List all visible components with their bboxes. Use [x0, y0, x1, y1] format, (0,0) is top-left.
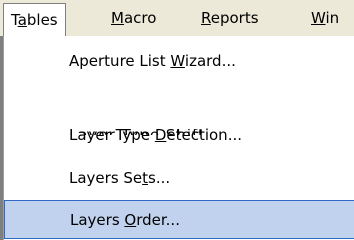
menu-macro-post: acro — [123, 9, 157, 27]
menu-item-label-post: rder... — [136, 211, 180, 229]
menu-tables-pre: T — [11, 11, 18, 29]
tables-dropdown-menu: Aperture List Wizard... Layer Type Shift… — [3, 36, 354, 240]
menu-item-layer-type-detection[interactable]: Layer Type Detection... — [4, 116, 354, 155]
menu-item-label-post: etection... — [166, 126, 242, 144]
menu-item-label-post: izard... — [184, 52, 236, 70]
menu-item-label-pre: Layers Se — [69, 169, 143, 187]
menu-window[interactable]: Win — [304, 4, 346, 32]
menu-tables[interactable]: Tables — [3, 3, 66, 37]
menu-tables-accel: a — [17, 11, 27, 29]
menu-item-layers-sets[interactable]: Layers Sets... — [4, 159, 354, 198]
menu-item-aperture-list-wizard[interactable]: Aperture List Wizard... — [4, 42, 354, 81]
menu-item-label-pre: Layers — [70, 211, 125, 229]
menu-tables-post: bles — [26, 11, 58, 29]
menu-reports-accel: R — [201, 9, 211, 27]
menu-window-post: in — [325, 9, 340, 27]
menu-reports[interactable]: Reports — [194, 4, 266, 32]
menu-item-label-pre: Layer Type — [69, 126, 155, 144]
menu-bar: Tables Macro Reports Win — [0, 0, 354, 37]
menu-item-accel: W — [170, 52, 185, 70]
menu-window-accel: W — [311, 9, 326, 27]
menu-item-layers-order[interactable]: Layers Order... — [4, 200, 354, 239]
menu-item-accel: D — [154, 126, 167, 144]
menu-macro[interactable]: Macro — [104, 4, 163, 32]
menu-macro-accel: M — [111, 9, 124, 27]
menu-item-label-pre: Aperture List — [69, 52, 171, 70]
menu-item-accel: O — [124, 211, 137, 229]
menu-item-label-post: s... — [148, 169, 171, 187]
menu-reports-post: eports — [210, 9, 259, 27]
